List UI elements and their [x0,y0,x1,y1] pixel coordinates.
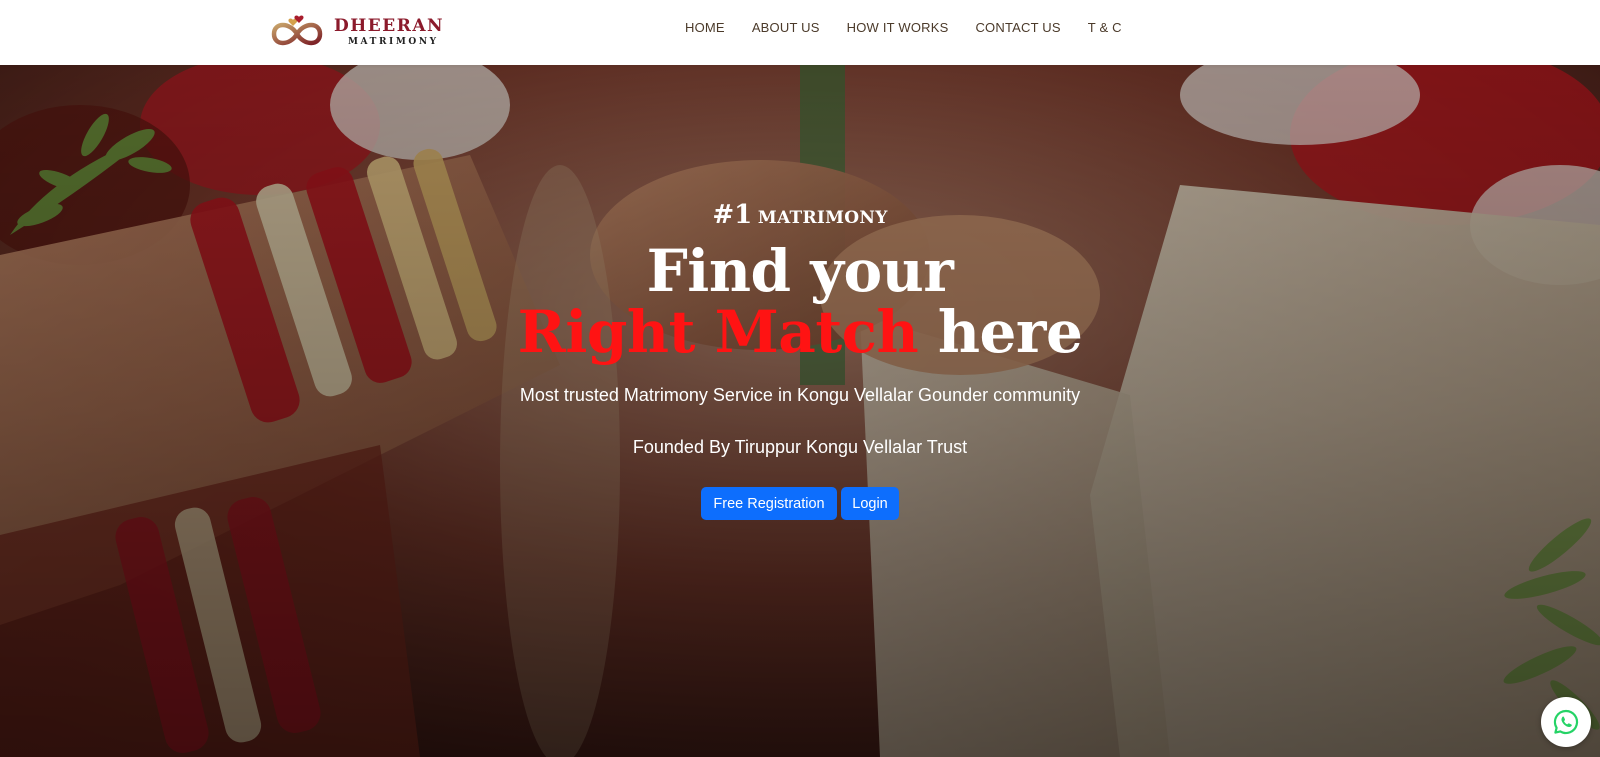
logo-name: DHEERAN [334,15,445,36]
nav-about-us[interactable]: ABOUT US [752,20,820,35]
free-registration-button[interactable]: Free Registration [701,487,837,520]
hero-buttons: Free Registration Login [0,487,1600,520]
nav-how-it-works[interactable]: HOW IT WORKS [847,20,949,35]
site-logo[interactable]: DHEERAN MATRIMONY [268,12,444,52]
infinity-hearts-logo-icon [271,15,323,46]
login-button[interactable]: Login [841,487,899,520]
hero-section: #1 MATRIMONY Find your Right Match here … [0,65,1600,757]
hero-dark-overlay [0,65,1600,757]
whatsapp-button[interactable] [1541,697,1591,747]
headline-rest: here [937,298,1083,366]
nav-home[interactable]: HOME [685,20,725,35]
nav-terms[interactable]: T & C [1088,20,1122,35]
tagline-number: #1 [712,200,753,230]
site-header: DHEERAN MATRIMONY HOME ABOUT US HOW IT W… [0,0,1600,65]
logo-subtitle: MATRIMONY [348,36,439,47]
hero-headline-line1: Find your [646,237,954,305]
tagline-word: MATRIMONY [757,208,888,228]
hero-founded-text: Founded By Tiruppur Kongu Vellalar Trust [632,437,968,457]
hero-subtitle: Most trusted Matrimony Service in Kongu … [519,385,1081,405]
nav-contact-us[interactable]: CONTACT US [975,20,1060,35]
headline-highlight: Right Match [517,298,919,366]
whatsapp-icon [1553,709,1579,735]
hero-headline-line2: Right Match here [0,298,1600,366]
hero-tagline: #1 MATRIMONY [0,200,1600,230]
main-nav: HOME ABOUT US HOW IT WORKS CONTACT US T … [685,20,1122,35]
